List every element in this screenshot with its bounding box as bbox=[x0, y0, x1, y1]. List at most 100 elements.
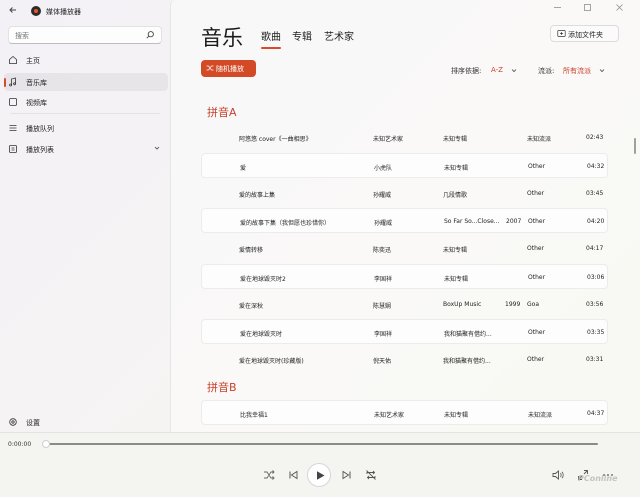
watermark: PConline bbox=[578, 474, 618, 483]
song-row[interactable]: 阿悠悠 cover《一曲相思》 未知艺术家 未知专辑 未知流派 02:43 bbox=[201, 125, 608, 150]
song-artist[interactable]: 孙耀威 bbox=[374, 218, 440, 227]
song-duration: 04:20 bbox=[587, 218, 605, 225]
song-row[interactable]: 爱的故事下集（我但愿也珍惜你） 孙耀威 So Far So...Close...… bbox=[201, 208, 608, 233]
chevron-down-icon[interactable] bbox=[154, 145, 160, 151]
song-title: 爱情转移 bbox=[239, 247, 264, 254]
song-duration: 03:31 bbox=[586, 356, 604, 363]
player-bar: 0:00:00 bbox=[0, 432, 640, 497]
divider bbox=[10, 113, 160, 114]
song-artist[interactable]: 未知艺术家 bbox=[374, 410, 440, 419]
song-title: 爱在地球毁灭时 bbox=[240, 331, 283, 338]
song-album[interactable]: 几段情歌 bbox=[443, 190, 499, 199]
song-title: 阿悠悠 cover《一曲相思》 bbox=[239, 136, 312, 143]
queue-icon bbox=[9, 125, 17, 131]
song-artist[interactable]: 李国祥 bbox=[374, 274, 440, 283]
song-artist[interactable]: 倪天佑 bbox=[373, 356, 439, 365]
song-row[interactable]: 爱在地球毁灭时2 李国祥 未知专辑 Other 03:06 bbox=[201, 264, 608, 289]
search-box[interactable] bbox=[8, 26, 162, 44]
sidebar-item-label: 播放队列 bbox=[26, 125, 54, 133]
song-row[interactable]: 爱在地球毁灭时(珍藏版) 倪天佑 我和猫聚有借约... Other 03:31 bbox=[201, 347, 608, 372]
song-album[interactable]: 我和猫聚有借约... bbox=[443, 356, 499, 365]
app-logo-icon bbox=[31, 6, 41, 16]
play-button[interactable] bbox=[307, 463, 331, 487]
song-row[interactable]: 爱在深秋 陈慧娴 BoxUp Music 1999 Goa 03:56 bbox=[201, 292, 608, 317]
song-album[interactable]: 未知专辑 bbox=[444, 410, 500, 419]
song-year: 2007 bbox=[506, 218, 522, 225]
song-album[interactable]: 未知专辑 bbox=[443, 245, 499, 254]
song-duration: 04:17 bbox=[586, 245, 604, 252]
previous-track-icon[interactable] bbox=[286, 468, 300, 482]
song-album[interactable]: So Far So...Close... bbox=[444, 218, 500, 225]
sidebar-item-label: 设置 bbox=[26, 419, 40, 427]
scrollbar-thumb[interactable] bbox=[634, 138, 636, 154]
song-title: 爱在深秋 bbox=[239, 303, 264, 310]
song-artist[interactable]: 未知艺术家 bbox=[373, 134, 439, 143]
song-artist[interactable]: 小虎队 bbox=[374, 163, 440, 172]
chevron-down-icon[interactable] bbox=[599, 68, 605, 73]
song-row[interactable]: 爱在地球毁灭时 李国祥 我和猫聚有借约... Other 03:35 bbox=[201, 319, 608, 344]
page-title: 音乐 bbox=[201, 26, 243, 50]
sort-dropdown[interactable]: A-Z bbox=[491, 66, 503, 74]
music-note-icon bbox=[9, 77, 16, 87]
song-genre: Other bbox=[528, 218, 546, 225]
shuffle-all-button[interactable]: 随机播放 bbox=[201, 60, 256, 77]
sidebar-item-music-library[interactable]: 音乐库 bbox=[4, 73, 168, 91]
song-row[interactable]: 爱的故事上集 孙耀威 几段情歌 Other 03:45 bbox=[201, 181, 608, 206]
song-genre: Other bbox=[528, 329, 546, 336]
song-artist[interactable]: 陈奕迅 bbox=[373, 245, 439, 254]
shuffle-icon bbox=[206, 65, 214, 71]
song-album[interactable]: BoxUp Music bbox=[443, 301, 499, 308]
search-icon[interactable] bbox=[145, 30, 155, 40]
sidebar-item-label: 主页 bbox=[26, 57, 40, 65]
volume-icon[interactable] bbox=[551, 468, 565, 482]
tab-artists[interactable]: 艺术家 bbox=[324, 28, 354, 43]
playlist-icon bbox=[9, 145, 17, 153]
sidebar-item-settings[interactable]: 设置 bbox=[4, 413, 168, 431]
song-album[interactable]: 未知专辑 bbox=[444, 163, 500, 172]
song-duration: 03:06 bbox=[587, 274, 605, 281]
chevron-down-icon[interactable] bbox=[511, 68, 517, 73]
song-row[interactable]: 爱 小虎队 未知专辑 Other 04:32 bbox=[201, 153, 608, 178]
next-track-icon[interactable] bbox=[340, 468, 354, 482]
repeat-off-icon[interactable] bbox=[364, 468, 378, 482]
song-artist[interactable]: 李国祥 bbox=[374, 329, 440, 338]
tab-albums[interactable]: 专辑 bbox=[292, 28, 312, 43]
home-icon bbox=[9, 55, 17, 64]
song-duration: 03:56 bbox=[586, 301, 604, 308]
sidebar-item-playlists[interactable]: 播放列表 bbox=[4, 140, 168, 158]
song-album[interactable]: 我和猫聚有借约... bbox=[444, 329, 500, 338]
song-duration: 04:32 bbox=[587, 163, 605, 170]
sidebar-item-play-queue[interactable]: 播放队列 bbox=[4, 119, 168, 137]
search-input[interactable] bbox=[15, 30, 143, 41]
shuffle-toggle-icon[interactable] bbox=[262, 468, 276, 482]
song-album[interactable]: 未知专辑 bbox=[444, 274, 500, 283]
video-icon bbox=[9, 98, 17, 106]
song-duration: 04:37 bbox=[587, 410, 605, 417]
song-year: 1999 bbox=[505, 301, 521, 308]
song-artist[interactable]: 陈慧娴 bbox=[373, 301, 439, 310]
song-album[interactable]: 未知专辑 bbox=[443, 134, 499, 143]
seek-bar[interactable] bbox=[46, 443, 598, 445]
group-header[interactable]: 拼音A bbox=[207, 104, 237, 120]
song-genre: Other bbox=[527, 356, 545, 363]
sidebar-item-home[interactable]: 主页 bbox=[4, 51, 168, 69]
active-indicator bbox=[4, 78, 6, 87]
sidebar-item-video-library[interactable]: 视频库 bbox=[4, 93, 168, 111]
song-title: 爱在地球毁灭时2 bbox=[240, 276, 286, 283]
genre-dropdown[interactable]: 所有流派 bbox=[563, 66, 591, 76]
play-icon bbox=[317, 471, 325, 480]
gear-icon bbox=[9, 418, 17, 426]
song-artist[interactable]: 孙耀威 bbox=[373, 190, 439, 199]
seek-thumb[interactable] bbox=[42, 440, 50, 448]
song-title: 爱的故事上集 bbox=[239, 192, 276, 199]
group-header[interactable]: 拼音B bbox=[207, 379, 237, 395]
song-duration: 02:43 bbox=[586, 134, 604, 141]
back-arrow-icon[interactable] bbox=[6, 5, 20, 19]
sidebar-item-label: 视频库 bbox=[26, 99, 47, 107]
song-row[interactable]: 爱情转移 陈奕迅 未知专辑 Other 04:17 bbox=[201, 236, 608, 261]
tab-songs[interactable]: 歌曲 bbox=[261, 28, 281, 49]
song-row[interactable]: 比我幸福1 未知艺术家 未知专辑 未知流派 04:37 bbox=[201, 400, 608, 425]
sidebar-item-label: 播放列表 bbox=[26, 146, 54, 154]
song-title: 爱 bbox=[240, 165, 247, 172]
add-folder-button[interactable]: 添加文件夹 bbox=[550, 25, 619, 42]
